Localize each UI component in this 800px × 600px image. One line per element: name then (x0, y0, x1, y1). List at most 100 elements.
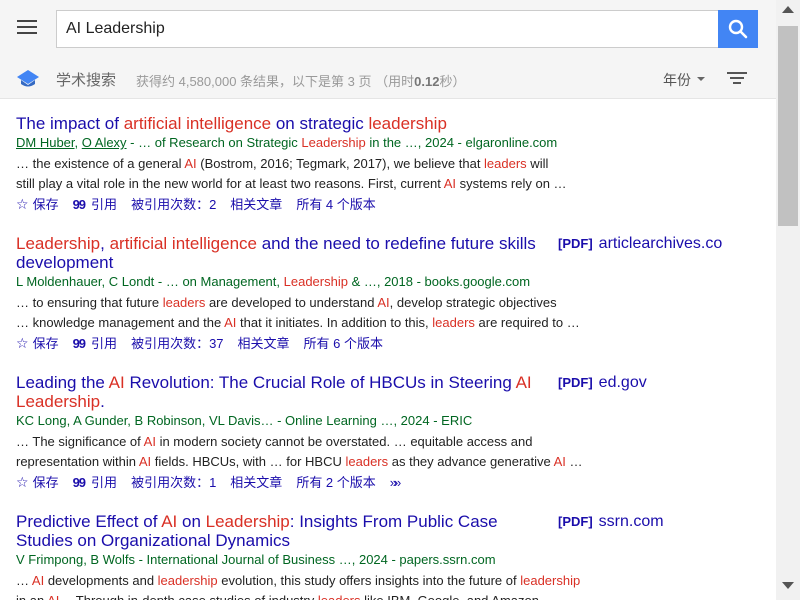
result-title-link[interactable]: The impact of artificial intelligence on… (16, 114, 546, 133)
result-authors-source: V Frimpong, B Wolfs - International Jour… (16, 552, 761, 568)
snippet-text: as they advance generative (388, 454, 554, 469)
highlighted-term: AI (553, 454, 566, 469)
meta-text: , (74, 135, 82, 150)
highlighted-term: Leadership (205, 512, 290, 531)
scholar-logo-icon[interactable] (17, 70, 39, 88)
author-link[interactable]: DM Huber (16, 135, 75, 150)
meta-text: in the …, 2024 - elgaronline.com (365, 135, 558, 150)
result-actions: ☆ 保存 99 引用 被引用次数：1 相关文章 所有 2 个版本 »» (16, 473, 761, 492)
snippet-text: , develop strategic objectives (389, 295, 557, 310)
highlighted-term: leaders (432, 315, 475, 330)
highlighted-term: AI (161, 512, 178, 531)
highlighted-term: artificial intelligence (109, 234, 257, 253)
scroll-up-arrow-icon[interactable] (782, 6, 794, 13)
cite-button[interactable]: 99 引用 (73, 336, 117, 351)
highlighted-term: leaders (162, 295, 206, 310)
scroll-down-arrow-icon[interactable] (782, 582, 794, 589)
search-box[interactable] (56, 10, 719, 48)
snippet-text: are required to … (474, 315, 580, 330)
all-versions-link[interactable]: 所有 4 个版本 (296, 197, 375, 212)
highlighted-term: Leadership (301, 135, 366, 150)
pdf-link[interactable]: [PDF] articlearchives.co (558, 234, 722, 253)
snippet-text: … the existence of a general (16, 156, 185, 171)
pdf-tag: [PDF] (558, 514, 593, 529)
highlighted-term: leaders (318, 593, 361, 600)
meta-text: - … of Research on Strategic (126, 135, 302, 150)
snippet-text: … (16, 573, 32, 588)
filter-options-icon[interactable] (727, 72, 747, 86)
dropdown-caret-icon (697, 77, 705, 82)
related-articles-link[interactable]: 相关文章 (230, 475, 282, 490)
search-input[interactable] (57, 11, 718, 47)
save-button[interactable]: ☆ 保存 (16, 196, 59, 212)
title-text: Revolution: The Crucial Role of HBCUs in… (124, 373, 516, 392)
pdf-domain: ed.gov (598, 374, 647, 391)
save-label: 保存 (32, 197, 59, 212)
more-options-icon[interactable]: »» (390, 474, 402, 492)
title-text: , (100, 234, 110, 253)
pdf-domain: articlearchives.co (598, 235, 723, 252)
snippet-text: that it initiates. In addition to this, (236, 315, 433, 330)
snippet-text: developments and (44, 573, 158, 588)
result-snippet: … The significance of AI in modern socie… (16, 432, 586, 472)
result-snippet: … AI developments and leadership evoluti… (16, 571, 586, 600)
save-button[interactable]: ☆ 保存 (16, 474, 59, 490)
year-filter-dropdown[interactable]: 年份 (663, 70, 705, 90)
result-actions: ☆ 保存 99 引用 被引用次数：37 相关文章 所有 6 个版本 (16, 334, 761, 353)
result-title-link[interactable]: Leadership, artificial intelligence and … (16, 234, 546, 272)
highlighted-term: leaders (484, 156, 527, 171)
snippet-line: in an AI… Through in-depth case studies … (16, 591, 586, 600)
highlighted-term: Leadership (16, 392, 101, 411)
highlighted-term: AI (47, 593, 59, 600)
related-articles-link[interactable]: 相关文章 (238, 336, 290, 351)
cite-button[interactable]: 99 引用 (73, 475, 117, 490)
hamburger-menu-icon[interactable] (17, 20, 37, 36)
result-title-link[interactable]: Predictive Effect of AI on Leadership: I… (16, 512, 546, 550)
snippet-text: evolution, this study offers insights in… (217, 573, 521, 588)
scrollbar-thumb[interactable] (778, 26, 798, 226)
all-versions-link[interactable]: 所有 2 个版本 (296, 475, 375, 490)
snippet-text: like IBM, Google, and Amazon, (361, 593, 543, 600)
meta-text: V Frimpong, B Wolfs - International Jour… (16, 552, 496, 567)
save-button[interactable]: ☆ 保存 (16, 335, 59, 351)
result-authors-source: L Moldenhauer, C Londt - … on Management… (16, 274, 761, 290)
cited-by-link[interactable]: 被引用次数：2 (131, 197, 216, 212)
search-icon (728, 19, 748, 39)
result-actions: ☆ 保存 99 引用 被引用次数：2 相关文章 所有 4 个版本 (16, 195, 761, 214)
search-button[interactable] (718, 10, 758, 48)
cited-by-link[interactable]: 被引用次数：37 (131, 336, 223, 351)
meta-text: & …, 2018 - books.google.com (347, 274, 531, 289)
highlighted-term: AI (143, 434, 156, 449)
pdf-link[interactable]: [PDF] ed.gov (558, 373, 647, 392)
cite-button[interactable]: 99 引用 (73, 197, 117, 212)
cited-by-link[interactable]: 被引用次数：1 (131, 475, 216, 490)
highlighted-term: leadership (520, 573, 581, 588)
save-label: 保存 (32, 475, 59, 490)
snippet-line: … the existence of a general AI (Bostrom… (16, 154, 586, 174)
star-icon: ☆ (16, 196, 29, 212)
snippet-text: in modern society cannot be overstated. … (155, 434, 533, 449)
vertical-scrollbar[interactable] (776, 0, 800, 600)
snippet-text: still play a vital role in the new world… (16, 176, 444, 191)
top-bar (0, 0, 776, 58)
snippet-line: … knowledge management and the AI that i… (16, 313, 586, 333)
result-item: Predictive Effect of AI on Leadership: I… (16, 512, 761, 600)
highlighted-term: leadership (157, 573, 218, 588)
result-item: Leading the AI Revolution: The Crucial R… (16, 373, 761, 492)
title-text: on strategic (271, 114, 369, 133)
author-link[interactable]: O Alexy (82, 135, 127, 150)
pdf-link[interactable]: [PDF] ssrn.com (558, 512, 664, 531)
snippet-text: are developed to understand (205, 295, 378, 310)
quote-icon: 99 (72, 197, 87, 212)
result-stats: 获得约 4,580,000 条结果，以下是第 3 页 （用时0.12秒） (136, 74, 466, 89)
highlighted-term: AI (377, 295, 390, 310)
related-articles-link[interactable]: 相关文章 (230, 197, 282, 212)
scholar-label[interactable]: 学术搜索 (56, 69, 116, 90)
result-title-link[interactable]: Leading the AI Revolution: The Crucial R… (16, 373, 546, 411)
highlighted-term: AI (138, 454, 152, 469)
result-authors-source: KC Long, A Gunder, B Robinson, VL Davis…… (16, 413, 761, 429)
snippet-text: … (565, 454, 583, 469)
snippet-line: representation within AI fields. HBCUs, … (16, 452, 586, 472)
all-versions-link[interactable]: 所有 6 个版本 (304, 336, 383, 351)
pdf-domain: ssrn.com (598, 513, 664, 530)
